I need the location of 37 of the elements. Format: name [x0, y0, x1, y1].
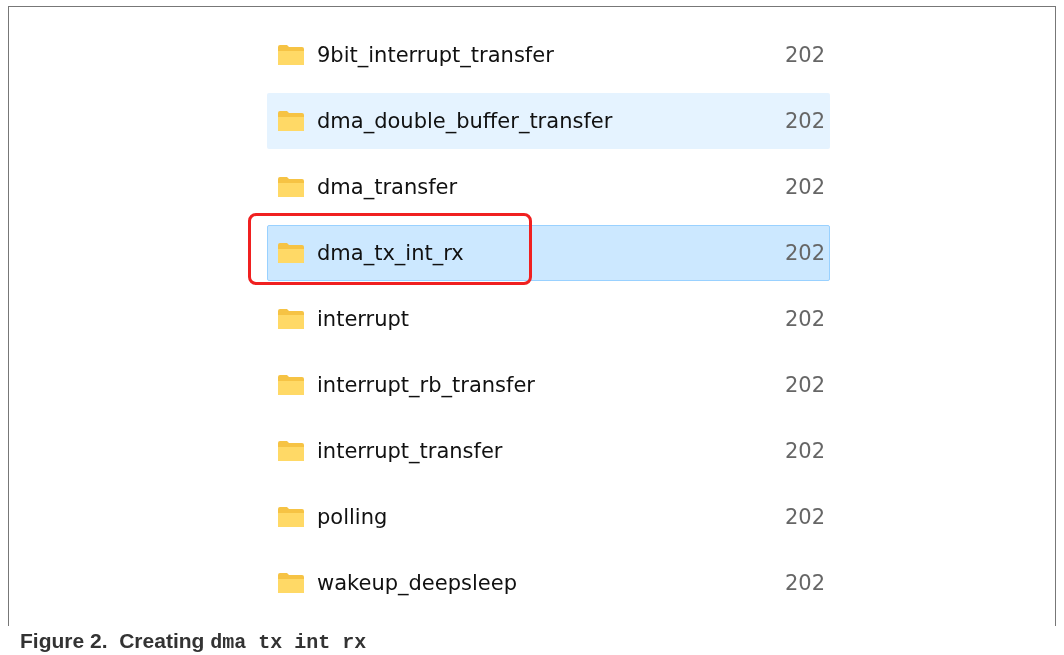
- date-modified: 202: [785, 571, 826, 595]
- folder-name: polling: [317, 505, 389, 529]
- folder-name: wakeup_deepsleep: [317, 571, 518, 595]
- folder-row[interactable]: interrupt_transfer 202: [267, 423, 830, 479]
- folder-icon: [277, 44, 305, 66]
- folder-name: dma_tx_int_rx: [317, 241, 465, 265]
- folder-icon: [277, 506, 305, 528]
- folder-row[interactable]: 9bit_interrupt_transfer 202: [267, 27, 830, 83]
- folder-row[interactable]: polling 202: [267, 489, 830, 545]
- folder-icon: [277, 176, 305, 198]
- date-modified: 202: [785, 439, 826, 463]
- folder-name: interrupt_rb_transfer: [317, 373, 536, 397]
- folder-name: dma_double_buffer_transfer: [317, 109, 614, 133]
- folder-row[interactable]: dma_double_buffer_transfer 202: [267, 93, 830, 149]
- figure-caption: Figure 2. Creating dma tx int rx: [20, 629, 368, 654]
- date-modified: 202: [785, 241, 826, 265]
- folder-row[interactable]: dma_transfer 202: [267, 159, 830, 215]
- folder-row[interactable]: dma_tx_int_rx 202: [267, 225, 830, 281]
- folder-row[interactable]: interrupt_rb_transfer 202: [267, 357, 830, 413]
- folder-name: interrupt_transfer: [317, 439, 504, 463]
- folder-row[interactable]: wakeup_deepsleep 202: [267, 555, 830, 611]
- folder-icon: [277, 374, 305, 396]
- folder-icon: [277, 110, 305, 132]
- folder-icon: [277, 242, 305, 264]
- folder-name: 9bit_interrupt_transfer: [317, 43, 555, 67]
- folder-row[interactable]: interrupt 202: [267, 291, 830, 347]
- date-modified: 202: [785, 43, 826, 67]
- folder-icon: [277, 308, 305, 330]
- date-modified: 202: [785, 109, 826, 133]
- folder-name: dma_transfer: [317, 175, 459, 199]
- folder-icon: [277, 572, 305, 594]
- date-modified: 202: [785, 373, 826, 397]
- date-modified: 202: [785, 307, 826, 331]
- folder-name: interrupt: [317, 307, 411, 331]
- date-modified: 202: [785, 505, 826, 529]
- date-modified: 202: [785, 175, 826, 199]
- folder-icon: [277, 440, 305, 462]
